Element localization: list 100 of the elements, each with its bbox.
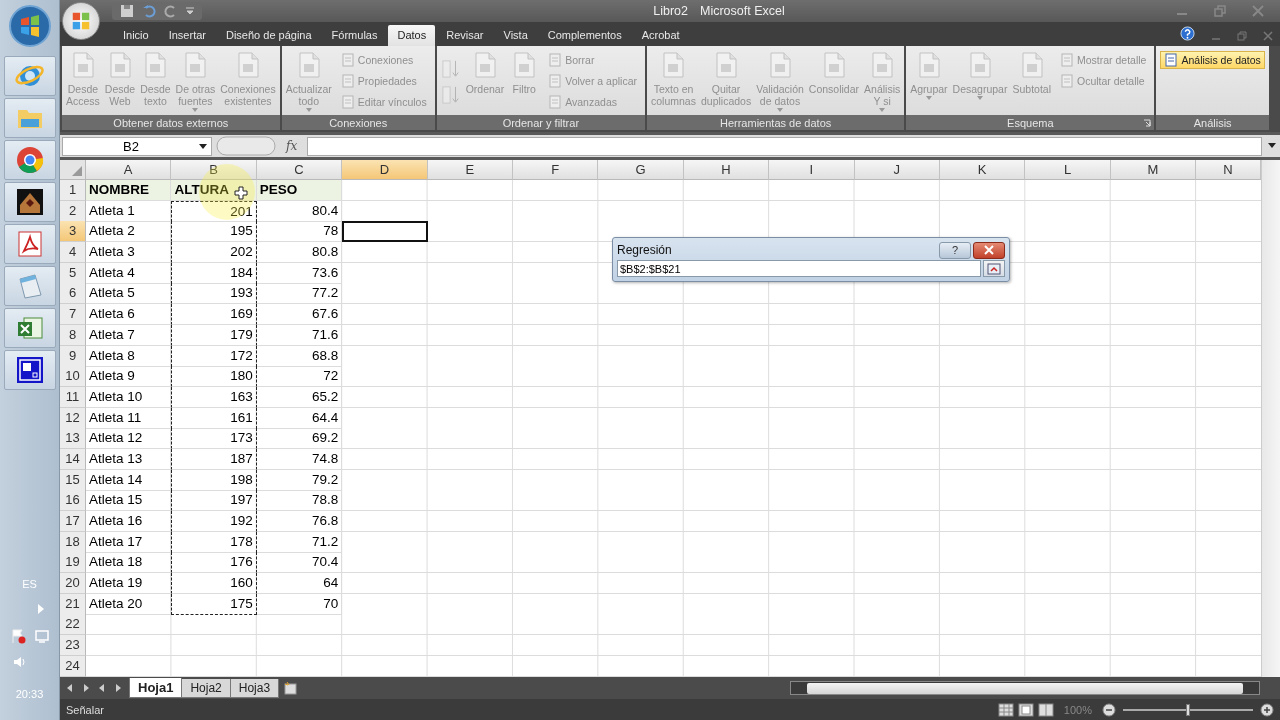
table-cell: 79.2 xyxy=(256,469,343,491)
table-cell: Atleta 13 xyxy=(86,448,172,470)
group-label: Ordenar y filtrar xyxy=(502,116,580,129)
row-header[interactable]: 5 xyxy=(60,262,86,284)
table-cell: 69.2 xyxy=(256,428,343,450)
table-cell: 193 xyxy=(171,283,257,305)
table-cell: 195 xyxy=(171,221,257,243)
table-cell: 67.6 xyxy=(256,304,343,326)
name-box[interactable]: B2 xyxy=(62,136,212,156)
table-cell: 80.4 xyxy=(256,200,343,222)
table-cell: 192 xyxy=(171,511,257,532)
table-cell: Atleta 17 xyxy=(86,531,172,553)
row-header[interactable]: 10 xyxy=(60,366,86,388)
column-header[interactable]: J xyxy=(854,160,940,180)
row-header[interactable]: 4 xyxy=(60,242,86,264)
table-cell: Atleta 5 xyxy=(86,283,172,305)
column-header[interactable]: K xyxy=(939,160,1026,180)
table-cell: Atleta 20 xyxy=(86,593,172,615)
table-cell: Atleta 7 xyxy=(86,324,172,346)
table-cell: 197 xyxy=(171,490,257,512)
row-header[interactable]: 13 xyxy=(60,428,86,450)
row-header[interactable]: 15 xyxy=(60,469,86,491)
insert-function-button[interactable]: fx xyxy=(280,139,304,153)
table-cell: 178 xyxy=(171,531,257,553)
ribbon-tab[interactable]: Acrobat xyxy=(632,25,689,46)
table-cell: 64.4 xyxy=(256,407,343,429)
ribbon-tab[interactable]: Vista xyxy=(494,25,537,46)
table-cell: 78.8 xyxy=(256,490,343,512)
column-header[interactable]: C xyxy=(256,160,343,180)
row-header[interactable]: 19 xyxy=(60,552,86,574)
ribbon-tab[interactable]: Complementos xyxy=(538,25,631,46)
row-header[interactable]: 14 xyxy=(60,448,86,470)
ribbon-button[interactable]: Análisis de datos xyxy=(1160,51,1265,69)
row-header[interactable]: 8 xyxy=(60,324,86,346)
row-header[interactable]: 20 xyxy=(60,573,86,595)
column-header[interactable]: F xyxy=(512,160,599,180)
row-header[interactable]: 18 xyxy=(60,531,86,553)
ribbon-tab[interactable]: Diseño de página xyxy=(217,25,321,46)
table-cell: 77.2 xyxy=(256,283,343,305)
table-cell: 71.6 xyxy=(256,324,343,346)
table-cell: 180 xyxy=(171,366,257,388)
column-header[interactable]: I xyxy=(769,160,855,180)
column-header[interactable]: M xyxy=(1110,160,1197,180)
table-cell: 78 xyxy=(256,221,343,243)
table-cell: Atleta 14 xyxy=(86,469,172,491)
table-cell: Atleta 8 xyxy=(86,345,172,367)
table-cell: Atleta 4 xyxy=(86,262,172,284)
status-mode: Señalar xyxy=(66,703,104,716)
table-cell: 184 xyxy=(171,262,257,284)
column-header[interactable]: L xyxy=(1025,160,1111,180)
table-cell: 172 xyxy=(171,345,257,367)
column-header[interactable]: B xyxy=(171,160,257,180)
ribbon-tab[interactable]: Datos xyxy=(388,25,436,46)
table-cell: Atleta 9 xyxy=(86,366,172,388)
column-header[interactable]: G xyxy=(598,160,684,180)
table-cell: 173 xyxy=(171,428,257,450)
row-header[interactable]: 22 xyxy=(60,614,86,636)
range-input[interactable]: $B$2:$B$21 xyxy=(617,260,981,277)
column-header[interactable]: D xyxy=(342,160,428,180)
column-header[interactable]: H xyxy=(683,160,770,180)
table-cell: 71.2 xyxy=(256,531,343,553)
group-label: Obtener datos externos xyxy=(113,116,229,129)
sheet-tab[interactable]: Hoja3 xyxy=(229,678,280,698)
table-cell: Atleta 18 xyxy=(86,552,172,574)
table-cell: 72 xyxy=(256,366,343,388)
row-header[interactable]: 1 xyxy=(60,180,86,201)
ribbon-tab[interactable]: Insertar xyxy=(159,25,215,46)
table-cell: NOMBRE xyxy=(86,180,172,201)
column-header[interactable]: N xyxy=(1196,160,1261,180)
sheet-tab[interactable]: Hoja2 xyxy=(181,678,231,698)
table-cell: 76.8 xyxy=(256,511,343,532)
column-header[interactable]: A xyxy=(86,160,172,180)
row-header[interactable]: 3 xyxy=(60,221,86,243)
row-header[interactable]: 16 xyxy=(60,490,86,512)
ribbon-tab[interactable]: Inicio xyxy=(114,25,158,46)
group-label: Análisis xyxy=(1193,116,1232,129)
row-header[interactable]: 17 xyxy=(60,511,86,532)
row-header[interactable]: 6 xyxy=(60,283,86,305)
ribbon-tab[interactable]: Fórmulas xyxy=(322,25,387,46)
row-header[interactable]: 23 xyxy=(60,635,86,657)
row-header[interactable]: 12 xyxy=(60,407,86,429)
row-header[interactable]: 9 xyxy=(60,345,86,367)
row-header[interactable]: 2 xyxy=(60,200,86,222)
table-cell: 163 xyxy=(171,386,257,408)
row-header[interactable]: 21 xyxy=(60,593,86,615)
help-button[interactable]: ? xyxy=(939,241,971,259)
table-cell: 198 xyxy=(171,469,257,491)
ribbon-tab[interactable]: Revisar xyxy=(437,25,493,46)
row-header[interactable]: 7 xyxy=(60,304,86,326)
row-header[interactable]: 24 xyxy=(60,655,86,677)
table-cell: Atleta 3 xyxy=(86,242,172,264)
table-cell: 187 xyxy=(171,448,257,470)
sheet-tab[interactable]: Hoja1 xyxy=(129,678,183,698)
table-cell: ALTURA xyxy=(171,180,257,201)
table-cell: Atleta 11 xyxy=(86,407,172,429)
table-cell: 74.8 xyxy=(256,448,343,470)
row-header[interactable]: 11 xyxy=(60,386,86,408)
column-header[interactable]: E xyxy=(427,160,513,180)
table-cell: 68.8 xyxy=(256,345,343,367)
table-cell: 175 xyxy=(171,593,257,615)
